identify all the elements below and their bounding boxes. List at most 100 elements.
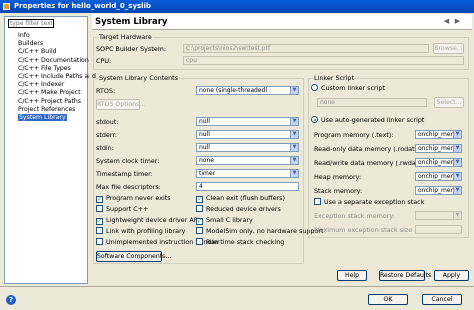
tree-item-cpp-make-project[interactable]: C/C++ Make Project xyxy=(18,89,96,97)
stack-memory-value: onchip_mem xyxy=(418,187,457,194)
tree-item-cpp-file-types[interactable]: C/C++ File Types xyxy=(18,65,96,73)
chevron-down-icon: ▼ xyxy=(453,145,461,152)
lightweight-driver-checkbox[interactable]: ✓ Lightweight device driver API xyxy=(96,216,200,225)
separate-exception-stack-checkbox[interactable]: Use a separate exception stack xyxy=(314,198,424,207)
ok-button[interactable]: OK xyxy=(368,294,408,305)
custom-linker-script-field[interactable]: none xyxy=(317,98,427,107)
stack-checking-checkbox[interactable]: Run time stack checking xyxy=(196,238,284,247)
checkbox-label: ModelSim only, no hardware support xyxy=(206,227,324,235)
checkbox-box xyxy=(196,238,203,245)
max-fd-field[interactable]: 4 xyxy=(196,182,299,191)
auto-linker-script-radio[interactable]: Use auto-generated linker script xyxy=(311,116,424,125)
filter-input[interactable] xyxy=(8,19,54,28)
tree-item-label: C/C++ Build xyxy=(18,48,57,56)
restore-defaults-button[interactable]: Restore Defaults xyxy=(379,270,431,281)
profiling-library-checkbox[interactable]: Link with profiling library xyxy=(96,227,185,236)
sopc-label: SOPC Builder System: xyxy=(96,45,167,53)
tree-item-label: Info xyxy=(18,32,30,39)
preference-tree: Info Builders C/C++ Build C/C++ Document… xyxy=(18,32,96,122)
tree-item-system-library[interactable]: System Library xyxy=(18,113,96,122)
checkbox-box xyxy=(96,238,103,245)
tree-item-label: Project References xyxy=(18,105,76,113)
reduced-drivers-checkbox[interactable]: Reduced device drivers xyxy=(196,205,281,214)
browse-button[interactable]: Browse... xyxy=(433,43,464,54)
cancel-button[interactable]: Cancel xyxy=(422,294,462,305)
apply-button[interactable]: Apply xyxy=(434,270,469,281)
cpu-field[interactable]: cpu xyxy=(183,56,464,65)
heap-memory-value: onchip_mem xyxy=(418,173,457,180)
stack-memory-select[interactable]: onchip_mem ▼ xyxy=(415,186,462,195)
group-title: Target Hardware xyxy=(98,33,153,41)
chevron-down-icon: ▼ xyxy=(290,87,298,94)
tree-item-cpp-build[interactable]: C/C++ Build xyxy=(18,48,96,56)
software-components-button[interactable]: Software Components... xyxy=(96,251,171,262)
group-title: Linker Script xyxy=(313,74,355,82)
rodata-memory-select[interactable]: onchip_mem ▼ xyxy=(415,144,462,153)
footer-separator xyxy=(0,286,474,287)
checkbox-box xyxy=(196,205,203,212)
tree-item-label: C/C++ Documentation xyxy=(18,56,89,64)
pane-sash[interactable] xyxy=(89,16,92,286)
timestamp-select[interactable]: timer ▼ xyxy=(196,169,299,178)
timestamp-value: timer xyxy=(199,170,216,177)
rtos-options-button[interactable]: RTOS Options... xyxy=(96,99,145,110)
radio-circle xyxy=(311,116,318,123)
checkbox-label: Link with profiling library xyxy=(106,227,186,235)
back-arrow-icon[interactable]: ◀ xyxy=(442,17,451,26)
stderr-select[interactable]: null ▼ xyxy=(196,130,299,139)
chevron-down-icon: ▼ xyxy=(290,170,298,177)
stderr-value: null xyxy=(199,131,210,138)
rwdata-memory-value: onchip_mem xyxy=(418,159,457,166)
rtos-label: RTOS: xyxy=(96,87,116,95)
tree-item-label: Builders xyxy=(18,40,44,48)
page-header: System Library ◀ ▶ xyxy=(92,14,472,30)
tree-item-label: C/C++ Make Project xyxy=(18,89,81,97)
group-title: System Library Contents xyxy=(98,74,179,82)
sopc-field[interactable]: C:\projects\nios2\sw\test.ptf xyxy=(183,44,429,53)
tree-item-cpp-indexer[interactable]: C/C++ Indexer xyxy=(18,81,96,89)
max-exception-size-field[interactable] xyxy=(415,225,462,234)
rtos-select[interactable]: none (single-threaded) ▼ xyxy=(196,86,299,95)
stack-memory-label: Stack memory: xyxy=(314,187,363,195)
chevron-down-icon: ▼ xyxy=(453,212,461,219)
max-fd-label: Max file descriptors: xyxy=(96,183,161,191)
checkbox-label: Lightweight device driver API xyxy=(106,216,200,224)
stdin-label: stdin: xyxy=(96,144,114,152)
chevron-down-icon: ▼ xyxy=(453,187,461,194)
tree-item-cpp-project-paths[interactable]: C/C++ Project Paths xyxy=(18,98,96,106)
chevron-down-icon: ▼ xyxy=(290,131,298,138)
small-c-library-checkbox[interactable]: ✓ Small C library xyxy=(196,216,253,225)
exception-stack-memory-select[interactable]: ▼ xyxy=(415,211,462,220)
tree-item-info[interactable]: Info xyxy=(18,32,96,40)
rwdata-memory-select[interactable]: onchip_mem ▼ xyxy=(415,158,462,167)
tree-item-builders[interactable]: Builders xyxy=(18,40,96,48)
stdout-select[interactable]: null ▼ xyxy=(196,117,299,126)
tree-item-cpp-include-paths[interactable]: C/C++ Include Paths and xyxy=(18,73,96,81)
stdin-select[interactable]: null ▼ xyxy=(196,143,299,152)
rtos-value: none (single-threaded) xyxy=(199,87,268,94)
checkmark-icon: ✓ xyxy=(196,196,203,203)
program-memory-label: Program memory (.text): xyxy=(314,131,394,139)
modelsim-only-checkbox[interactable]: ModelSim only, no hardware support xyxy=(196,227,324,236)
cpu-label: CPU: xyxy=(96,57,112,65)
clean-exit-checkbox[interactable]: ✓ Clean exit (flush buffers) xyxy=(196,194,285,203)
select-button[interactable]: Select... xyxy=(434,97,464,108)
support-cpp-checkbox[interactable]: Support C++ xyxy=(96,205,148,214)
rodata-memory-label: Read-only data memory (.rodata): xyxy=(314,145,424,153)
chevron-down-icon: ▼ xyxy=(453,159,461,166)
program-never-exits-checkbox[interactable]: ✓ Program never exits xyxy=(96,194,171,203)
help-button[interactable]: Help xyxy=(337,270,367,281)
title-bar: Properties for hello_world_0_syslib xyxy=(0,0,474,13)
heap-memory-select[interactable]: onchip_mem ▼ xyxy=(415,172,462,181)
forward-arrow-icon[interactable]: ▶ xyxy=(453,17,462,26)
stderr-label: stderr: xyxy=(96,131,118,139)
tree-item-project-references[interactable]: Project References xyxy=(18,106,96,114)
rodata-memory-value: onchip_mem xyxy=(418,145,457,152)
stdout-value: null xyxy=(199,118,210,125)
help-icon[interactable]: ? xyxy=(6,295,16,305)
system-clock-select[interactable]: none ▼ xyxy=(196,156,299,165)
custom-linker-script-radio[interactable]: Custom linker script xyxy=(311,84,385,93)
program-memory-select[interactable]: onchip_mem ▼ xyxy=(415,130,462,139)
program-memory-value: onchip_mem xyxy=(418,131,457,138)
tree-item-cpp-documentation[interactable]: C/C++ Documentation xyxy=(18,57,96,65)
